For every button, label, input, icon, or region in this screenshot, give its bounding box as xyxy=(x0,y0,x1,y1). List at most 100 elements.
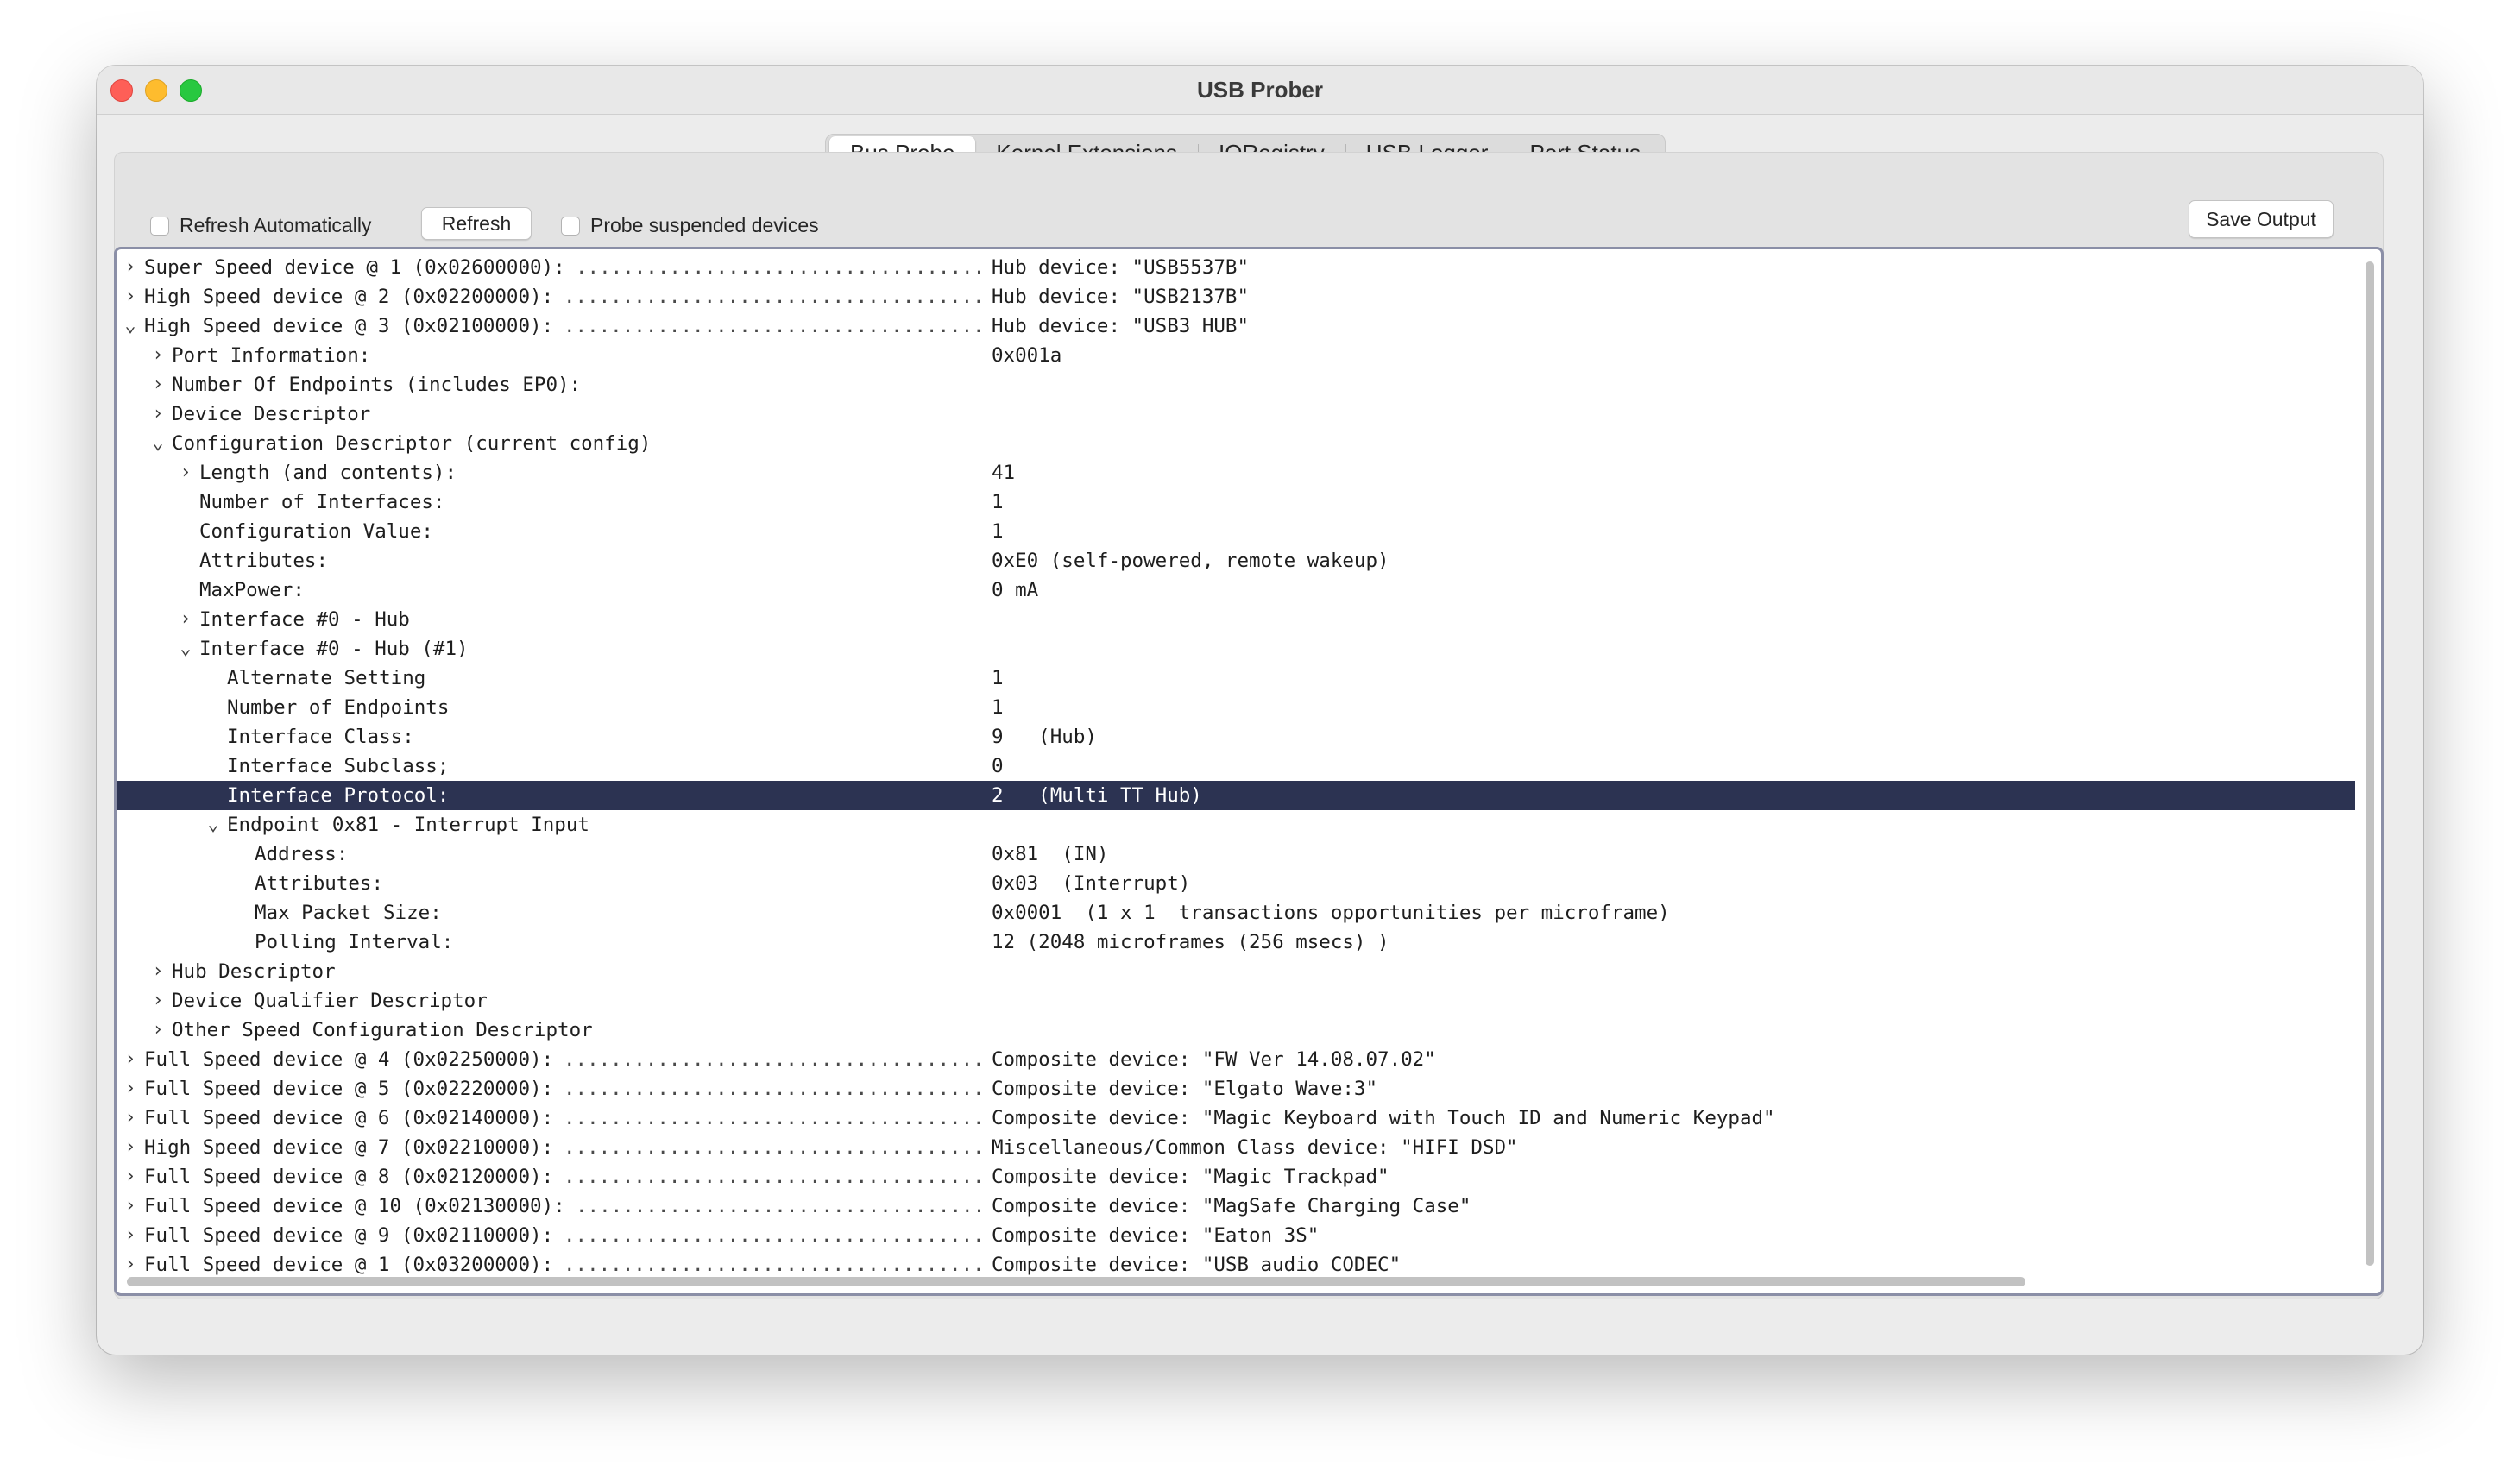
outline-row[interactable]: › Super Speed device @ 1 (0x02600000):...… xyxy=(117,253,2355,282)
disclosure-collapsed-icon[interactable]: › xyxy=(122,1045,139,1074)
disclosure-expanded-icon[interactable]: ⌄ xyxy=(205,810,222,839)
outline-row[interactable]: Attributes: 0x03 (Interrupt) xyxy=(117,869,2355,898)
outline-row[interactable]: Interface Class: 9 (Hub) xyxy=(117,722,2355,751)
outline-row[interactable]: Interface Protocol: 2 (Multi TT Hub) xyxy=(117,781,2355,810)
row-label: Full Speed device @ 6 (0x02140000): xyxy=(144,1107,554,1129)
outline-row[interactable]: Number of Endpoints 1 xyxy=(117,693,2355,722)
horizontal-scrollbar[interactable] xyxy=(122,1273,2348,1290)
row-label: Full Speed device @ 8 (0x02120000): xyxy=(144,1166,554,1188)
row-label: Interface #0 - Hub xyxy=(199,608,410,631)
disclosure-collapsed-icon[interactable]: › xyxy=(122,282,139,311)
outline-row[interactable]: Address: 0x81 (IN) xyxy=(117,839,2355,869)
disclosure-collapsed-icon[interactable]: › xyxy=(122,253,139,282)
refresh-automatically-checkbox[interactable]: Refresh Automatically xyxy=(150,214,371,237)
outline-row[interactable]: Attributes: 0xE0 (self-powered, remote wa… xyxy=(117,546,2355,575)
outline-rows: › Super Speed device @ 1 (0x02600000):...… xyxy=(117,253,2355,1280)
outline-row[interactable]: › Device Descriptor xyxy=(117,399,2355,429)
disclosure-collapsed-icon[interactable]: › xyxy=(149,370,167,399)
horizontal-scroll-thumb[interactable] xyxy=(127,1277,2025,1286)
row-leader-dots: .................................... xyxy=(564,1224,985,1247)
outline-row[interactable]: › High Speed device @ 2 (0x02200000):....… xyxy=(117,282,2355,311)
row-label: Configuration Descriptor (current config… xyxy=(172,432,652,455)
toolbar: Refresh Automatically Refresh Probe susp… xyxy=(97,200,2423,247)
outline-row[interactable]: ⌄ High Speed device @ 3 (0x02100000):....… xyxy=(117,311,2355,341)
disclosure-collapsed-icon[interactable]: › xyxy=(122,1104,139,1133)
outline-row[interactable]: › Hub Descriptor xyxy=(117,957,2355,986)
outline-row[interactable]: › Full Speed device @ 10 (0x02130000):...… xyxy=(117,1192,2355,1221)
disclosure-expanded-icon[interactable]: ⌄ xyxy=(122,311,139,341)
disclosure-collapsed-icon[interactable]: › xyxy=(122,1221,139,1250)
outline-row[interactable]: ⌄ Endpoint 0x81 - Interrupt Input xyxy=(117,810,2355,839)
row-value: 1 xyxy=(992,696,1004,719)
checkbox-box[interactable] xyxy=(561,216,580,236)
row-leader-dots: .................................... xyxy=(564,1166,985,1188)
disclosure-collapsed-icon[interactable]: › xyxy=(149,957,167,986)
row-value: 0x81 (IN) xyxy=(992,843,1109,865)
outline-row[interactable]: Number of Interfaces: 1 xyxy=(117,487,2355,517)
disclosure-collapsed-icon[interactable]: › xyxy=(122,1133,139,1162)
outline-row[interactable]: › Number Of Endpoints (includes EP0): xyxy=(117,370,2355,399)
outline-row[interactable]: › Length (and contents): 41 xyxy=(117,458,2355,487)
disclosure-collapsed-icon[interactable]: › xyxy=(149,341,167,370)
row-leader-dots: .................................... xyxy=(564,1107,985,1129)
row-label: Port Information: xyxy=(172,344,371,367)
outline-row[interactable]: › Full Speed device @ 5 (0x02220000):....… xyxy=(117,1074,2355,1104)
row-label: Length (and contents): xyxy=(199,462,457,484)
outline-row[interactable]: Alternate Setting 1 xyxy=(117,663,2355,693)
row-label: Configuration Value: xyxy=(199,520,433,543)
vertical-scroll-thumb[interactable] xyxy=(2366,261,2374,1266)
row-label: Full Speed device @ 4 (0x02250000): xyxy=(144,1048,554,1071)
refresh-button[interactable]: Refresh xyxy=(421,207,532,240)
outline-row[interactable]: › Full Speed device @ 8 (0x02120000):....… xyxy=(117,1162,2355,1192)
row-label: Interface Protocol: xyxy=(227,784,450,807)
outline-row[interactable]: › Device Qualifier Descriptor xyxy=(117,986,2355,1016)
outline-row[interactable]: › Port Information: 0x001a xyxy=(117,341,2355,370)
outline-row[interactable]: Max Packet Size: 0x0001 (1 x 1 transactio… xyxy=(117,898,2355,928)
row-label: Polling Interval: xyxy=(255,931,454,953)
disclosure-collapsed-icon[interactable]: › xyxy=(122,1074,139,1104)
outline-row[interactable]: MaxPower: 0 mA xyxy=(117,575,2355,605)
disclosure-collapsed-icon[interactable]: › xyxy=(122,1162,139,1192)
disclosure-collapsed-icon[interactable]: › xyxy=(149,986,167,1016)
disclosure-collapsed-icon[interactable]: › xyxy=(149,399,167,429)
outline-row[interactable]: › Other Speed Configuration Descriptor xyxy=(117,1016,2355,1045)
row-leader-dots: .................................... xyxy=(564,1136,985,1159)
row-label: Device Descriptor xyxy=(172,403,371,425)
outline-row[interactable]: › Full Speed device @ 4 (0x02250000):....… xyxy=(117,1045,2355,1074)
row-value: 0x001a xyxy=(992,344,1062,367)
row-value: 1 xyxy=(992,667,1004,689)
outline-row[interactable]: Polling Interval: 12 (2048 microframes (2… xyxy=(117,928,2355,957)
row-leader-dots: .................................... xyxy=(564,1048,985,1071)
row-label: Interface Subclass; xyxy=(227,755,450,777)
row-label: Full Speed device @ 9 (0x02110000): xyxy=(144,1224,554,1247)
row-value: 0x0001 (1 x 1 transactions opportunities… xyxy=(992,902,1670,924)
row-value: 9 (Hub) xyxy=(992,726,1097,748)
disclosure-collapsed-icon[interactable]: › xyxy=(177,458,194,487)
outline-row[interactable]: › Full Speed device @ 6 (0x02140000):....… xyxy=(117,1104,2355,1133)
outline-row[interactable]: ⌄ Interface #0 - Hub (#1) xyxy=(117,634,2355,663)
outline-row[interactable]: › Interface #0 - Hub xyxy=(117,605,2355,634)
row-value: 0 xyxy=(992,755,1004,777)
bus-probe-outline-view[interactable]: › Super Speed device @ 1 (0x02600000):...… xyxy=(114,247,2384,1296)
row-leader-dots: .................................... xyxy=(564,1078,985,1100)
probe-suspended-checkbox[interactable]: Probe suspended devices xyxy=(561,214,819,237)
disclosure-expanded-icon[interactable]: ⌄ xyxy=(149,429,167,458)
title-bar: USB Prober xyxy=(97,66,2423,115)
row-value: 1 xyxy=(992,520,1004,543)
disclosure-collapsed-icon[interactable]: › xyxy=(149,1016,167,1045)
refresh-automatically-label: Refresh Automatically xyxy=(180,214,372,236)
row-label: Max Packet Size: xyxy=(255,902,442,924)
row-value: Composite device: "Magic Keyboard with T… xyxy=(992,1107,1775,1129)
outline-row[interactable]: › Full Speed device @ 9 (0x02110000):....… xyxy=(117,1221,2355,1250)
save-output-button[interactable]: Save Output xyxy=(2189,200,2334,238)
disclosure-collapsed-icon[interactable]: › xyxy=(177,605,194,634)
disclosure-collapsed-icon[interactable]: › xyxy=(122,1192,139,1221)
outline-row[interactable]: › High Speed device @ 7 (0x02210000):....… xyxy=(117,1133,2355,1162)
vertical-scrollbar[interactable] xyxy=(2364,256,2376,1266)
row-value: Hub device: "USB2137B" xyxy=(992,286,1250,308)
disclosure-expanded-icon[interactable]: ⌄ xyxy=(177,634,194,663)
outline-row[interactable]: ⌄ Configuration Descriptor (current confi… xyxy=(117,429,2355,458)
outline-row[interactable]: Interface Subclass; 0 xyxy=(117,751,2355,781)
checkbox-box[interactable] xyxy=(150,216,169,236)
outline-row[interactable]: Configuration Value: 1 xyxy=(117,517,2355,546)
